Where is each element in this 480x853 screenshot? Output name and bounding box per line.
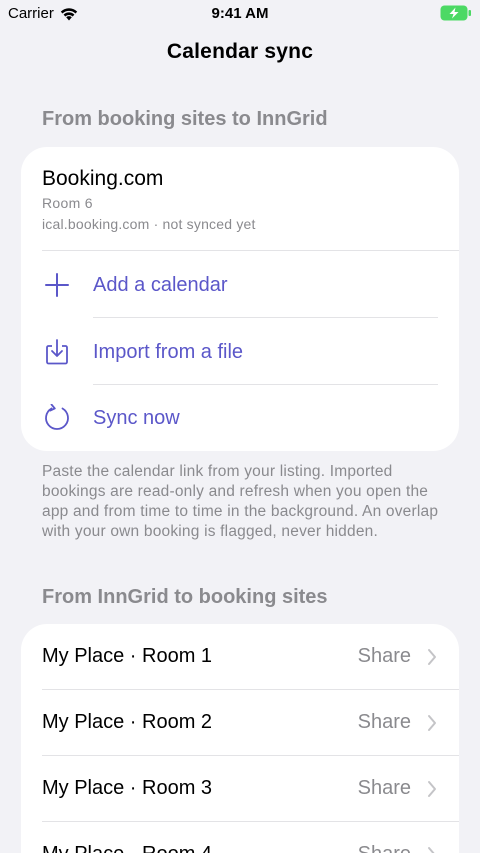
- listing-info[interactable]: Booking.com Room 6 ical.booking.com · no…: [21, 147, 459, 250]
- divider: [93, 317, 438, 318]
- battery-charging-icon: [440, 5, 471, 21]
- export-section-header: From InnGrid to booking sites: [42, 586, 328, 608]
- status-time: 9:41 AM: [211, 5, 269, 22]
- chevron-right-icon: [428, 649, 436, 665]
- import-file-button[interactable]: Import from a file: [21, 319, 459, 385]
- listing-title: My Place · Room 3: [42, 777, 213, 799]
- status-bar: Carrier 9:41 AM: [0, 0, 480, 28]
- share-row-room-3[interactable]: My Place · Room 3 Share: [21, 756, 459, 822]
- share-row-room-4[interactable]: My Place · Room 4 Share: [21, 822, 459, 853]
- sync-icon: [45, 404, 69, 430]
- chevron-right-icon: [428, 715, 436, 731]
- import-footnote: Paste the calendar link from your listin…: [42, 463, 439, 540]
- share-label: Share: [357, 777, 411, 799]
- chevron-right-icon: [428, 847, 435, 853]
- share-label: Share: [358, 843, 411, 853]
- share-row-room-1[interactable]: My Place · Room 1 Share: [21, 624, 459, 690]
- import-file-label: Import from a file: [93, 341, 244, 363]
- page-title: Calendar sync: [166, 40, 314, 63]
- import-section-header: From booking sites to InnGrid: [42, 108, 328, 130]
- listing-title: My Place · Room 1: [42, 645, 213, 667]
- export-card: My Place · Room 1 Share My Place · Room …: [21, 624, 459, 853]
- add-calendar-button[interactable]: Add a calendar: [21, 252, 459, 318]
- sync-now-label: Sync now: [93, 407, 180, 429]
- import-file-icon: [46, 339, 68, 365]
- sync-now-button[interactable]: Sync now: [21, 385, 459, 451]
- listing-sync-status: ical.booking.com · not synced yet: [42, 216, 256, 232]
- import-card: Booking.com Room 6 ical.booking.com · no…: [21, 147, 459, 451]
- listing-room: Room 6: [42, 195, 93, 211]
- share-label: Share: [357, 645, 411, 667]
- share-row-room-2[interactable]: My Place · Room 2 Share: [21, 690, 459, 756]
- share-label: Share: [357, 711, 411, 733]
- chevron-right-icon: [428, 781, 436, 797]
- listing-title: My Place · Room 4: [42, 843, 212, 853]
- listing-title: My Place · Room 2: [42, 711, 213, 733]
- add-calendar-label: Add a calendar: [93, 274, 228, 296]
- listing-name: Booking.com: [42, 167, 164, 190]
- divider: [42, 250, 459, 251]
- plus-icon: [45, 273, 69, 297]
